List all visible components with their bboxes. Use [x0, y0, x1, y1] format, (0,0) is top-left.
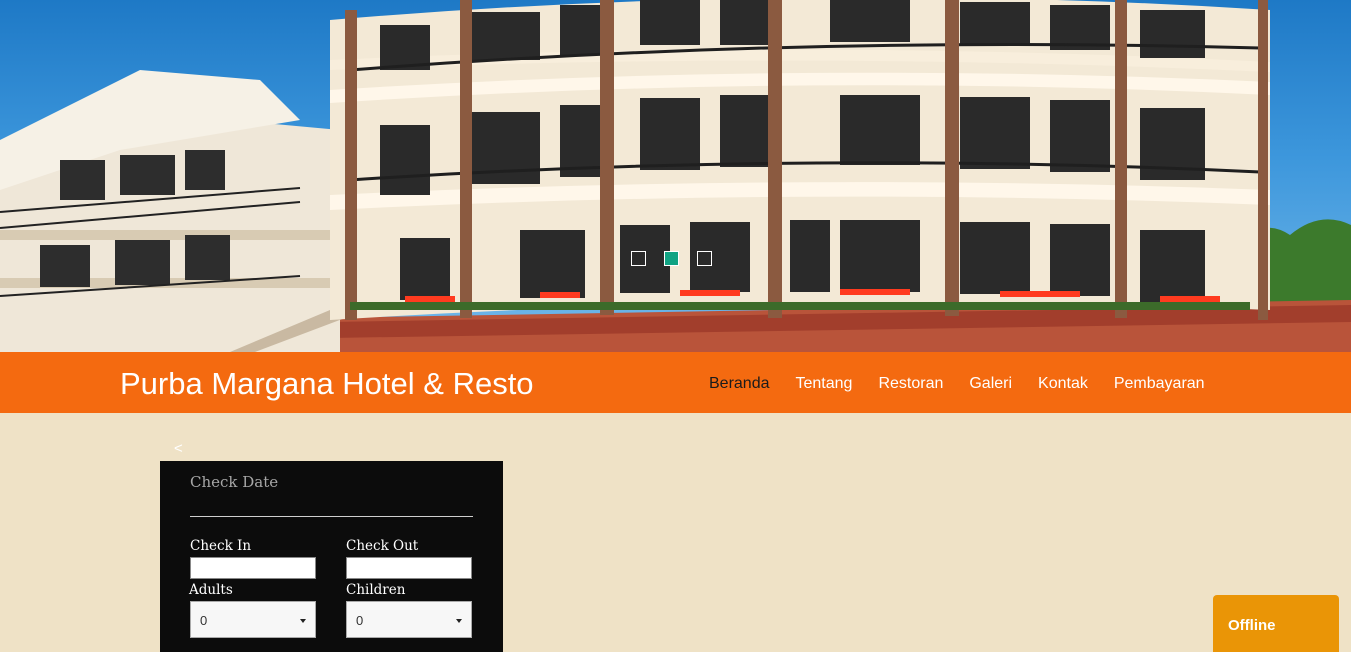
- children-select[interactable]: 0: [346, 601, 472, 638]
- children-value: 0: [356, 613, 364, 628]
- nav-item-kontak[interactable]: Kontak: [1038, 375, 1088, 393]
- nav-item-restoran[interactable]: Restoran: [878, 375, 943, 393]
- nav-item-tentang[interactable]: Tentang: [796, 375, 853, 393]
- hero-slider: [0, 0, 1351, 352]
- check-in-label: Check In: [190, 538, 252, 554]
- back-arrow[interactable]: <: [174, 440, 183, 457]
- chevron-down-icon: [300, 619, 306, 623]
- navbar: Purba Margana Hotel & Resto Beranda Tent…: [0, 352, 1351, 413]
- nav-menu: Beranda Tentang Restoran Galeri Kontak P…: [709, 375, 1205, 393]
- adults-label: Adults: [189, 582, 233, 598]
- nav-item-galeri[interactable]: Galeri: [969, 375, 1012, 393]
- booking-title: Check Date: [190, 473, 279, 491]
- chat-status: Offline: [1228, 617, 1276, 634]
- adults-value: 0: [200, 613, 208, 628]
- nav-item-pembayaran[interactable]: Pembayaran: [1114, 375, 1205, 393]
- nav-item-beranda[interactable]: Beranda: [709, 375, 770, 393]
- chevron-down-icon: [456, 619, 462, 623]
- check-in-input[interactable]: [190, 557, 316, 579]
- children-label: Children: [346, 582, 406, 598]
- slider-dot-3[interactable]: [697, 251, 712, 266]
- slider-dot-1[interactable]: [631, 251, 646, 266]
- hotel-photo: [0, 0, 1351, 352]
- booking-panel: Check Date Check In Check Out Adults 0 C…: [160, 461, 503, 652]
- brand-title[interactable]: Purba Margana Hotel & Resto: [120, 366, 534, 402]
- adults-select[interactable]: 0: [190, 601, 316, 638]
- chat-widget-button[interactable]: Offline: [1213, 595, 1339, 652]
- slider-indicators: [631, 251, 712, 266]
- check-out-input[interactable]: [346, 557, 472, 579]
- divider: [190, 516, 473, 517]
- check-out-label: Check Out: [346, 538, 419, 554]
- slider-dot-2[interactable]: [664, 251, 679, 266]
